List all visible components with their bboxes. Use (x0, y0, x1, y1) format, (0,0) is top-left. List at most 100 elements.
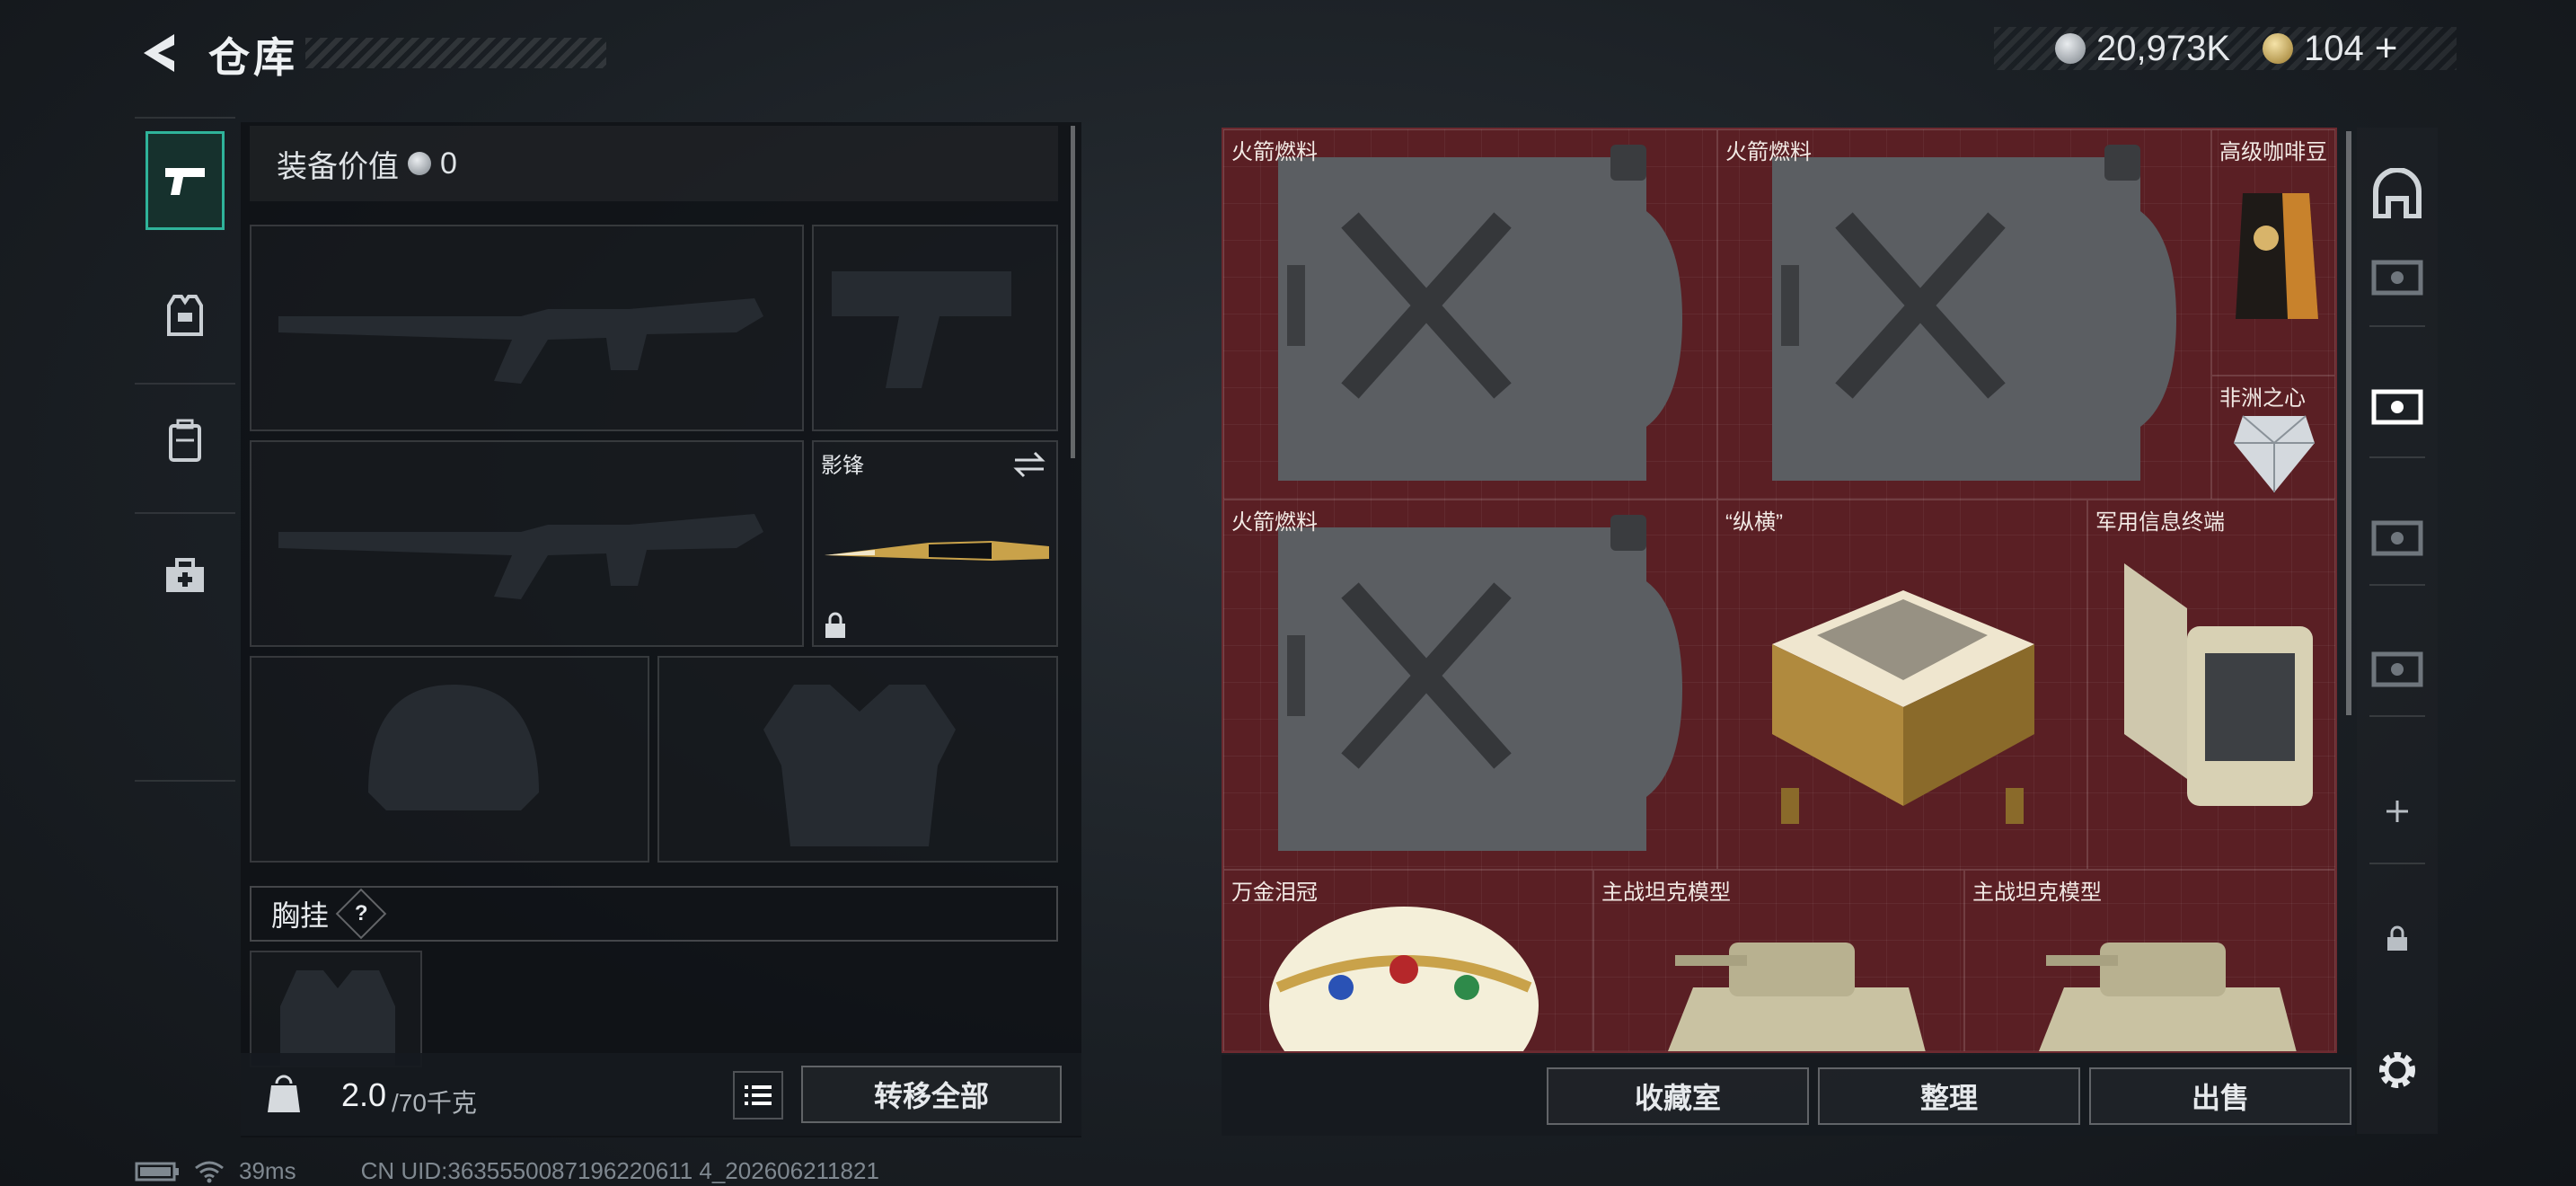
uid-text: CN UID:3635550087196220611 4_20260621182… (360, 1157, 879, 1184)
ping-value: 39ms (239, 1157, 296, 1184)
weight-max: /70千克 (392, 1089, 477, 1117)
organize-button[interactable]: 整理 (1818, 1067, 2080, 1125)
storage-crate-icon (2371, 260, 2423, 296)
wifi-icon (195, 1161, 224, 1182)
currency-bar: 20,973K 104 + (1994, 26, 2457, 71)
storage-actions: 收藏室 整理 出售 (1222, 1055, 2355, 1136)
tab-armor[interactable] (146, 266, 225, 365)
storage-item[interactable]: 火箭燃料 (1223, 500, 1717, 870)
item-label: 火箭燃料 (1231, 140, 1318, 164)
item-label: 主战坦克模型 (1601, 881, 1731, 905)
gold-coin-icon (2263, 33, 2294, 64)
equipment-tabs (135, 117, 235, 782)
chess-set-icon (1772, 590, 2034, 824)
coffee-bag-icon (2236, 193, 2318, 319)
add-storage-button[interactable] (2366, 780, 2429, 843)
helmet-slot[interactable] (250, 656, 649, 863)
tab-safe-box[interactable] (2366, 162, 2429, 225)
list-view-button[interactable] (733, 1071, 783, 1120)
storage-item[interactable]: 主战坦克模型 (1964, 870, 2335, 1051)
rifle-silhouette-icon (278, 514, 763, 599)
item-label: “纵横” (1725, 510, 1783, 535)
vest-silhouette-icon (763, 685, 956, 846)
help-icon[interactable]: ? (335, 888, 387, 940)
storage-item[interactable]: “纵横” (1717, 500, 2087, 870)
tab-backpack[interactable] (146, 392, 225, 491)
equipment-panel: 装备价值 0 影锋 胸挂 ? (241, 122, 1081, 1137)
battery-icon (135, 1162, 179, 1181)
diamond-icon (2234, 415, 2315, 492)
primary-weapon-slot[interactable] (250, 225, 804, 431)
storage-crate-icon (2371, 651, 2423, 687)
tab-weapons[interactable] (146, 131, 225, 230)
storage-tabs (2357, 128, 2438, 1134)
storage-item[interactable]: 高级咖啡豆 (2211, 129, 2335, 376)
tank-model-icon (2038, 943, 2297, 1051)
tab-medical[interactable] (146, 527, 225, 625)
page-title: 仓库 (208, 34, 298, 81)
add-currency-button[interactable]: + (2375, 26, 2398, 71)
storage-item[interactable]: 非洲之心 (2211, 376, 2335, 500)
pistol-silhouette-icon (832, 271, 1011, 388)
title-decoration (305, 38, 606, 68)
terminal-case-icon (2124, 563, 2313, 806)
silver-coin-icon (408, 152, 431, 175)
armor-slot[interactable] (657, 656, 1058, 863)
chevron-left-icon (144, 34, 174, 72)
melee-slot[interactable]: 影锋 (812, 440, 1058, 647)
chest-rig-label: 胸挂 (271, 899, 330, 932)
backpack-icon (169, 419, 201, 462)
list-icon (745, 1085, 772, 1105)
medkit-icon (166, 558, 204, 592)
sidearm-slot[interactable] (812, 225, 1058, 431)
swap-icon[interactable] (1011, 449, 1047, 480)
lock-icon (2387, 925, 2407, 951)
status-bar: 39ms CN UID:3635550087196220611 4_202606… (135, 1157, 879, 1185)
equipment-scrollbar[interactable] (1071, 126, 1075, 458)
storage-crate-icon (2371, 520, 2423, 556)
plus-icon (2386, 801, 2408, 822)
sell-button[interactable]: 出售 (2089, 1067, 2351, 1125)
item-label: 军用信息终端 (2095, 510, 2225, 535)
fuel-canister-icon (1278, 515, 1682, 851)
storage-item[interactable]: 万金泪冠 (1223, 870, 1593, 1051)
storage-item[interactable]: 军用信息终端 (2087, 500, 2335, 870)
item-label: 火箭燃料 (1725, 140, 1812, 164)
back-button[interactable] (135, 29, 180, 77)
storage-grid: 火箭燃料 火箭燃料 高级咖啡豆 非洲之心 火箭燃料 “纵横” 军用信息终端 万金… (1222, 128, 2337, 1053)
silver-amount: 20,973K (2096, 28, 2231, 68)
chest-rig-slot[interactable] (250, 951, 422, 1067)
equipment-value: 装备价值 0 (250, 126, 1058, 201)
weight-bar: 2.0 /70千克 转移全部 (241, 1053, 1081, 1136)
item-label: 火箭燃料 (1231, 510, 1318, 535)
item-label: 万金泪冠 (1231, 881, 1318, 905)
storage-crate-icon (2371, 389, 2423, 425)
settings-button[interactable] (2366, 1039, 2429, 1102)
pistol-icon (165, 168, 205, 195)
storage-item[interactable]: 火箭燃料 (1223, 129, 1717, 500)
tab-storage-4[interactable] (2366, 638, 2429, 701)
tab-storage-1[interactable] (2366, 246, 2429, 309)
tab-storage-3[interactable] (2366, 507, 2429, 570)
rifle-silhouette-icon (278, 298, 763, 384)
tank-model-icon (1667, 943, 1926, 1051)
tab-storage-2[interactable] (2366, 376, 2429, 438)
transfer-all-button[interactable]: 转移全部 (801, 1066, 1062, 1123)
equipment-value-amount: 0 (440, 146, 457, 181)
item-label: 非洲之心 (2219, 386, 2306, 411)
equipment-value-label: 装备价值 (277, 149, 399, 184)
gear-icon (2379, 1052, 2415, 1088)
knife-icon (825, 541, 1049, 561)
item-label: 高级咖啡豆 (2219, 140, 2327, 164)
storage-item[interactable]: 火箭燃料 (1717, 129, 2211, 500)
storage-scrollbar[interactable] (2346, 131, 2351, 715)
storage-item[interactable]: 主战坦克模型 (1593, 870, 1964, 1051)
fuel-canister-icon (1772, 145, 2176, 481)
weight-icon (268, 1075, 300, 1112)
secondary-weapon-slot[interactable] (250, 440, 804, 647)
collection-room-button[interactable]: 收藏室 (1547, 1067, 1809, 1125)
locked-storage-slot[interactable] (2366, 907, 2429, 970)
lock-icon (825, 612, 845, 638)
fuel-canister-icon (1278, 145, 1682, 481)
weight-current: 2.0 (341, 1076, 387, 1113)
